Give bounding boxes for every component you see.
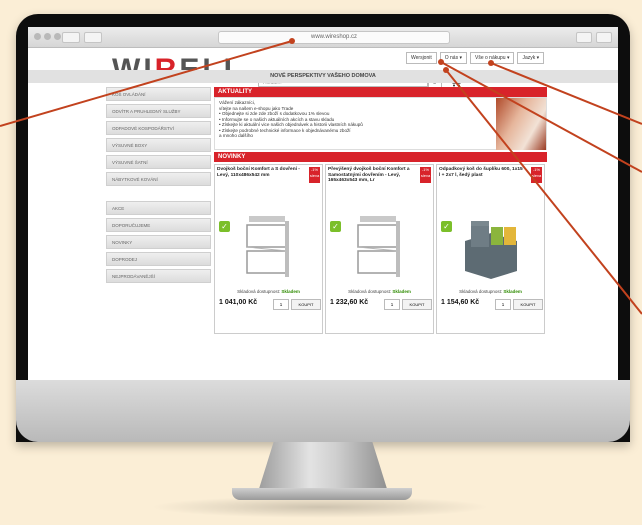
arrow-dot: [289, 38, 295, 44]
arrow-dot: [488, 60, 494, 66]
arrow-line: [440, 61, 642, 173]
scene: www.wireshop.cz WIRELI Wersjonit O nás ▾…: [0, 0, 642, 525]
arrow-line: [0, 40, 293, 127]
arrow-dot: [438, 59, 444, 65]
arrow-line: [490, 62, 642, 125]
callout-arrows: [0, 38, 642, 315]
arrow-line: [445, 69, 642, 315]
arrow-dot: [443, 67, 449, 73]
